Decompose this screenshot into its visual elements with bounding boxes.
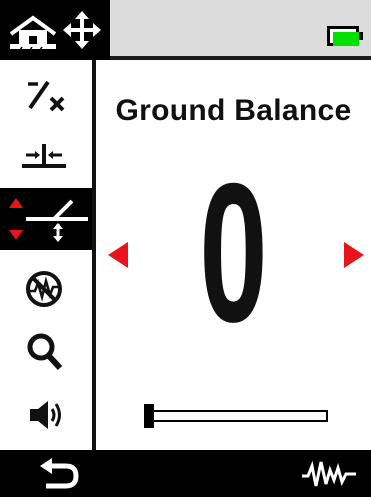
waveform-icon[interactable] — [300, 460, 358, 488]
ground-balance-icon — [9, 198, 88, 242]
home-mode-icon[interactable] — [8, 14, 58, 50]
page-title: Ground Balance — [115, 94, 352, 127]
slider-handle[interactable] — [144, 404, 154, 428]
sidebar-item-ground-balance[interactable] — [0, 188, 92, 250]
settings-sidebar — [0, 60, 96, 450]
increase-arrow-icon[interactable] — [342, 240, 366, 270]
bottom-bar — [0, 450, 371, 497]
search-icon — [27, 333, 63, 371]
ground-balance-slider[interactable] — [142, 404, 332, 428]
sidebar-item-noise-cancel[interactable] — [0, 126, 92, 188]
detector-screen: Ground Balance 0 — [0, 0, 371, 497]
move-icon[interactable] — [62, 10, 102, 50]
battery-tip — [359, 32, 363, 40]
sidebar-item-discrimination[interactable] — [0, 64, 92, 126]
volume-icon — [30, 401, 61, 429]
sidebar-item-search[interactable] — [0, 318, 92, 380]
iron-bias-icon — [26, 271, 62, 307]
noise-cancel-icon — [22, 144, 66, 168]
battery-indicator — [327, 26, 363, 46]
top-left-panel — [0, 0, 110, 60]
ground-balance-value: 0 — [199, 142, 268, 363]
setting-panel: Ground Balance 0 — [96, 60, 371, 450]
battery-fill — [333, 32, 359, 46]
battery-body — [327, 26, 359, 46]
decrease-arrow-icon[interactable] — [106, 240, 130, 270]
sidebar-item-volume[interactable] — [0, 382, 92, 444]
percent-x-icon — [28, 80, 65, 112]
slider-track — [148, 410, 328, 422]
sidebar-item-iron-bias[interactable] — [0, 256, 92, 318]
top-status-bar — [0, 0, 371, 60]
back-icon[interactable] — [38, 458, 80, 490]
